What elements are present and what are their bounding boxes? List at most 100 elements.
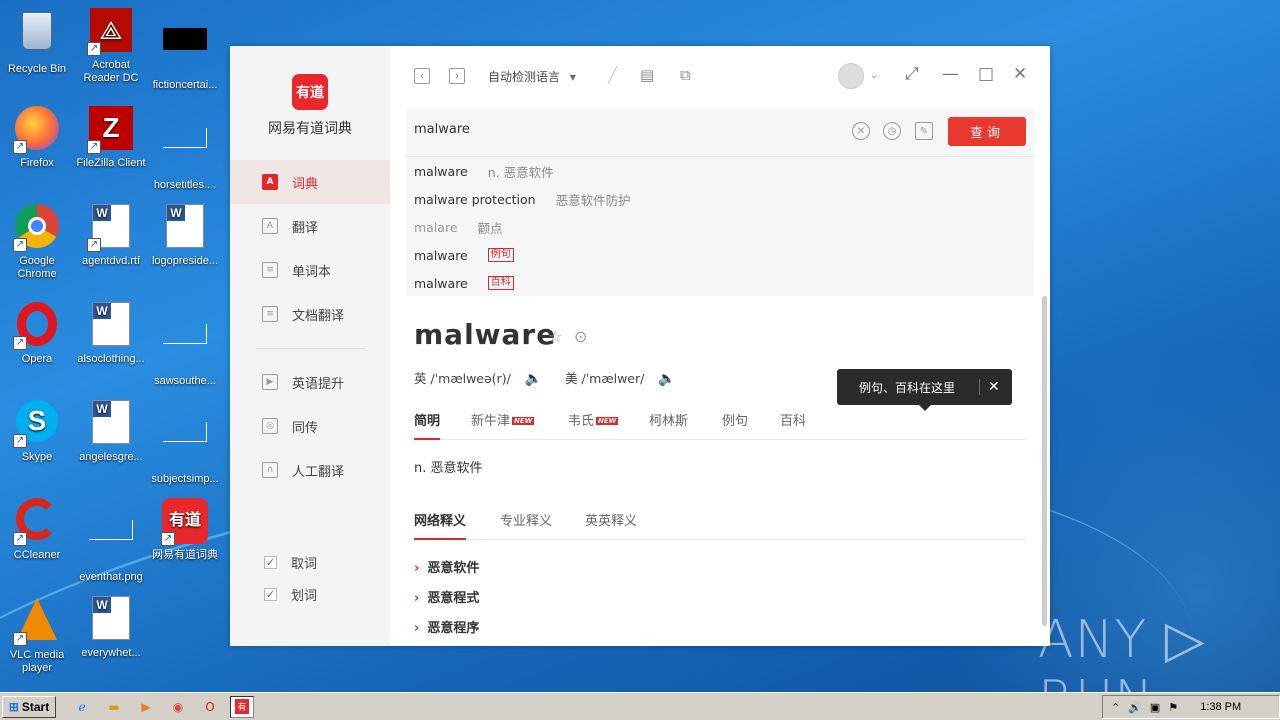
desktop-icon-label: angelesgre... bbox=[79, 451, 143, 463]
tab-webster[interactable]: 韦氏 NEW bbox=[568, 410, 619, 440]
media-player-icon[interactable]: ▶ bbox=[134, 696, 158, 718]
close-icon[interactable]: ✕ bbox=[979, 379, 1000, 395]
word-document-icon: W bbox=[87, 400, 135, 448]
speaker-icon[interactable]: 🔈 bbox=[525, 371, 542, 387]
desktop-icon-skype[interactable]: S ↗ Skype bbox=[0, 400, 74, 464]
suggestion-tag: 例句 bbox=[487, 248, 514, 262]
mini-mode-icon[interactable]: ⤢ bbox=[905, 64, 919, 84]
more-icon[interactable]: ⊙ bbox=[574, 327, 592, 346]
translate-icon: A bbox=[262, 218, 278, 234]
suggestion-item[interactable]: malware 例句 bbox=[406, 241, 1034, 269]
tab-label: 百科 bbox=[780, 414, 807, 429]
sidebar-item-dictionary[interactable]: A 词典 bbox=[230, 160, 390, 204]
show-hidden-icons-icon[interactable]: ⌃ bbox=[1111, 701, 1120, 714]
sidebar-item-human-translate[interactable]: ∩ 人工翻译 bbox=[230, 448, 390, 492]
desktop-icon-word-file[interactable]: W angelesgre... bbox=[74, 400, 148, 464]
play-icon: ▶ bbox=[262, 374, 278, 390]
uk-phonetic: /ˈmælweə(r)/ bbox=[430, 371, 511, 386]
desktop-icon-file[interactable]: subjectsimp... bbox=[148, 400, 222, 486]
tab-collins[interactable]: 柯林斯 bbox=[649, 410, 688, 440]
capture-word-checkbox[interactable]: ✓ 取词 bbox=[264, 553, 317, 572]
search-input[interactable] bbox=[414, 122, 814, 137]
tab-brief[interactable]: 简明 bbox=[414, 410, 441, 440]
desktop-icon-acrobat[interactable]: ⟁ ↗ Acrobat Reader DC bbox=[74, 8, 148, 85]
tooltip: 例句、百科在这里 ✕ bbox=[837, 369, 1012, 411]
sidebar-item-label: 同传 bbox=[292, 420, 319, 436]
app-brand: 网易有道词典 bbox=[268, 121, 352, 137]
suggestion-word: malare bbox=[414, 219, 458, 235]
tab-new-oxford[interactable]: 新牛津 NEW bbox=[471, 410, 535, 440]
suggestion-item[interactable]: malware protection 恶意软件防护 bbox=[406, 185, 1034, 213]
forward-button[interactable]: › bbox=[449, 68, 465, 84]
sidebar-item-doc-translate[interactable]: ≡ 文档翻译 bbox=[230, 292, 390, 336]
sidebar: 有道 网易有道词典 A 词典 A 翻译 ≡ 单词本 ≡ 文档翻译 ▶ 英语提升 … bbox=[230, 46, 390, 646]
clock[interactable]: 1:38 PM bbox=[1200, 701, 1241, 713]
youdao-icon: 有道 ↗ bbox=[161, 498, 209, 546]
avatar[interactable] bbox=[838, 63, 864, 89]
youdao-taskbar-icon[interactable]: 有 bbox=[230, 695, 254, 718]
suggestion-item[interactable]: malware 百科 bbox=[406, 269, 1034, 297]
desktop-icon-label: VLC media player bbox=[9, 649, 65, 674]
tab-english-definition[interactable]: 英英释义 bbox=[585, 510, 637, 540]
desktop-icon-file[interactable]: eventhat.png bbox=[74, 498, 148, 584]
sidebar-item-interpretation[interactable]: ◎ 同传 bbox=[230, 404, 390, 448]
desktop-icon-word-file[interactable]: W alsoclothing... bbox=[74, 302, 148, 366]
desktop-icon-file[interactable]: horsetitles.... bbox=[148, 106, 222, 192]
edit-icon[interactable]: ✎ bbox=[915, 122, 933, 140]
maximize-button[interactable]: □ bbox=[978, 64, 994, 84]
desktop-icon-word-file[interactable]: W everywhet... bbox=[74, 596, 148, 660]
opera-icon[interactable]: O bbox=[198, 696, 222, 718]
language-select[interactable]: 自动检测语言 ▾ bbox=[488, 68, 576, 85]
suggestion-word: malware bbox=[414, 247, 468, 263]
select-word-checkbox[interactable]: ✓ 划词 bbox=[264, 585, 317, 604]
web-definition-item[interactable]: › 恶意软件 bbox=[414, 557, 479, 576]
tab-web-definition[interactable]: 网络释义 bbox=[414, 510, 467, 540]
tab-examples[interactable]: 例句 bbox=[722, 410, 748, 440]
explorer-folder-icon[interactable]: ▬ bbox=[102, 696, 126, 718]
checkmark-icon: ✓ bbox=[264, 588, 277, 601]
chrome-icon[interactable]: ◉ bbox=[166, 696, 190, 718]
volume-icon[interactable]: 🔊 bbox=[1128, 701, 1142, 714]
suggestion-tag: 百科 bbox=[487, 276, 514, 290]
ccleaner-icon: ↗ bbox=[13, 498, 61, 546]
desktop-icon-firefox[interactable]: ↗ Firefox bbox=[0, 106, 74, 170]
web-definition-item[interactable]: › 恶意程序 bbox=[414, 617, 479, 636]
desktop-icon-vlc[interactable]: ↗ VLC media player bbox=[0, 596, 74, 675]
network-icon[interactable]: ▣ bbox=[1150, 701, 1160, 714]
desktop-icon-word-file[interactable]: W ↗ agentdvd.rtf bbox=[74, 204, 148, 268]
ie-icon[interactable]: ℯ bbox=[70, 696, 94, 718]
suggestion-item[interactable]: malare 颧点 bbox=[406, 213, 1034, 241]
web-definition-item[interactable]: › 恶意程式 bbox=[414, 587, 479, 606]
minimize-button[interactable]: — bbox=[942, 64, 959, 84]
star-icon[interactable]: ☆ bbox=[548, 327, 566, 346]
suggestion-item[interactable]: malware n. 恶意软件 bbox=[406, 157, 1034, 185]
screenshot-icon[interactable]: ⧉ bbox=[680, 66, 691, 84]
history-icon[interactable]: ◷ bbox=[883, 122, 901, 140]
desktop-icon-recycle-bin[interactable]: Recycle Bin bbox=[0, 8, 74, 76]
desktop-icon-label: Opera bbox=[21, 353, 53, 365]
sidebar-item-english-boost[interactable]: ▶ 英语提升 bbox=[230, 360, 390, 404]
scrollbar[interactable] bbox=[1042, 296, 1047, 626]
tab-professional-definition[interactable]: 专业释义 bbox=[500, 510, 552, 540]
desktop-icon-youdao[interactable]: 有道 ↗ 网易有道词典 bbox=[148, 498, 222, 562]
desktop-icon-word-file[interactable]: W logopreside... bbox=[148, 204, 222, 268]
clear-icon[interactable]: ✕ bbox=[852, 122, 870, 140]
tab-encyclopedia[interactable]: 百科 bbox=[780, 410, 806, 440]
desktop-icon-file[interactable]: fictioncertai... bbox=[148, 8, 222, 92]
desktop-icon-ccleaner[interactable]: ↗ CCleaner bbox=[0, 498, 74, 562]
start-button[interactable]: ⊞ Start bbox=[2, 695, 56, 718]
speaker-icon[interactable]: 🔈 bbox=[658, 371, 675, 387]
desktop-icon-label: Acrobat Reader DC bbox=[83, 59, 139, 84]
query-button[interactable]: 查询 bbox=[948, 117, 1026, 146]
sidebar-item-wordbook[interactable]: ≡ 单词本 bbox=[230, 248, 390, 292]
desktop-icon-opera[interactable]: ↗ Opera bbox=[0, 302, 74, 366]
flag-icon[interactable]: ⚑ bbox=[1168, 701, 1178, 714]
desktop-icon-chrome[interactable]: ↗ Google Chrome bbox=[0, 204, 74, 281]
close-button[interactable]: ✕ bbox=[1013, 64, 1027, 84]
back-button[interactable]: ‹ bbox=[414, 68, 430, 84]
desktop-icon-file[interactable]: sawsouthe... bbox=[148, 302, 222, 388]
desktop-icon-filezilla[interactable]: Z ↗ FileZilla Client bbox=[74, 106, 148, 170]
chevron-down-icon[interactable]: ⌄ bbox=[870, 70, 878, 81]
document-icon[interactable]: ▤ bbox=[640, 66, 654, 84]
sidebar-item-translate[interactable]: A 翻译 bbox=[230, 204, 390, 248]
